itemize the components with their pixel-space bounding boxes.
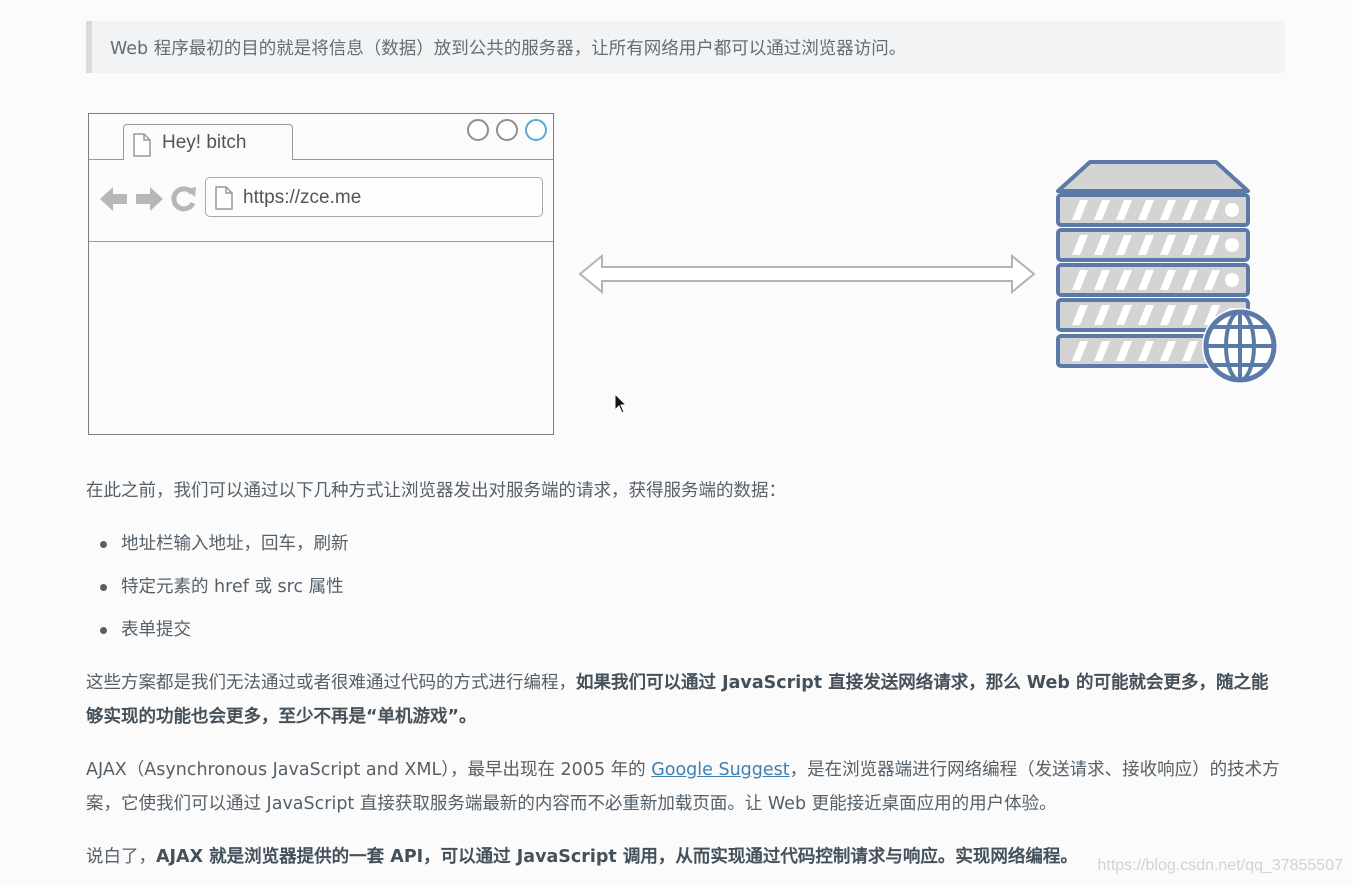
window-button-2 (496, 119, 518, 141)
document-page: Web 程序最初的目的就是将信息（数据）放到公共的服务器，让所有网络用户都可以通… (0, 0, 1353, 886)
browser-tab: Hey! bitch (123, 124, 293, 160)
list-item: 表单提交 (86, 613, 349, 656)
address-bar: https://zce.me (205, 177, 543, 217)
paragraph-ajax-definition: AJAX（Asynchronous JavaScript and XML），最早… (86, 753, 1286, 821)
bullet (100, 541, 107, 548)
list-item-text: 特定元素的 href 或 src 属性 (121, 577, 344, 597)
watermark: https://blog.csdn.net/qq_37855507 (1097, 857, 1343, 874)
list-item: 地址栏输入地址，回车，刷新 (86, 527, 349, 570)
paragraph-intro-methods: 在此之前，我们可以通过以下几种方式让浏览器发出对服务端的请求，获得服务端的数据： (86, 481, 786, 501)
tab-title: Hey! bitch (162, 132, 247, 153)
server-icon (1056, 160, 1278, 384)
list-item-text: 地址栏输入地址，回车，刷新 (121, 534, 349, 554)
intro-blockquote: Web 程序最初的目的就是将信息（数据）放到公共的服务器，让所有网络用户都可以通… (86, 21, 1285, 73)
google-suggest-link[interactable]: Google Suggest (651, 760, 789, 780)
bullet (100, 627, 107, 634)
reload-icon (171, 186, 196, 212)
toolbar-divider (89, 241, 553, 242)
back-arrow-icon (100, 187, 127, 211)
address-bar-url: https://zce.me (243, 187, 362, 208)
page-icon (133, 133, 151, 157)
ajax-definition-text-before: AJAX（Asynchronous JavaScript and XML），最早… (86, 760, 652, 780)
list-item-text: 表单提交 (121, 620, 191, 640)
window-button-3 (525, 119, 547, 141)
window-button-1 (467, 119, 489, 141)
paragraph-limitations: 这些方案都是我们无法通过或者很难通过代码的方式进行编程，如果我们可以通过 Jav… (86, 666, 1276, 734)
globe-icon (1202, 308, 1278, 384)
bullet (100, 584, 107, 591)
page-icon (215, 186, 233, 210)
browser-illustration: Hey! bitch https://zce.me (88, 113, 554, 435)
request-methods-list: 地址栏输入地址，回车，刷新 特定元素的 href 或 src 属性 表单提交 (86, 527, 349, 656)
paragraph-limitations-text: 这些方案都是我们无法通过或者很难通过代码的方式进行编程， (86, 673, 576, 693)
summary-emphasis: AJAX 就是浏览器提供的一套 API，可以通过 JavaScript 调用，从… (156, 847, 1078, 867)
list-item: 特定元素的 href 或 src 属性 (86, 570, 349, 613)
summary-text: 说白了， (86, 847, 156, 867)
mouse-cursor-icon (614, 393, 628, 414)
double-arrow-icon (578, 254, 1036, 294)
forward-arrow-icon (136, 187, 163, 211)
